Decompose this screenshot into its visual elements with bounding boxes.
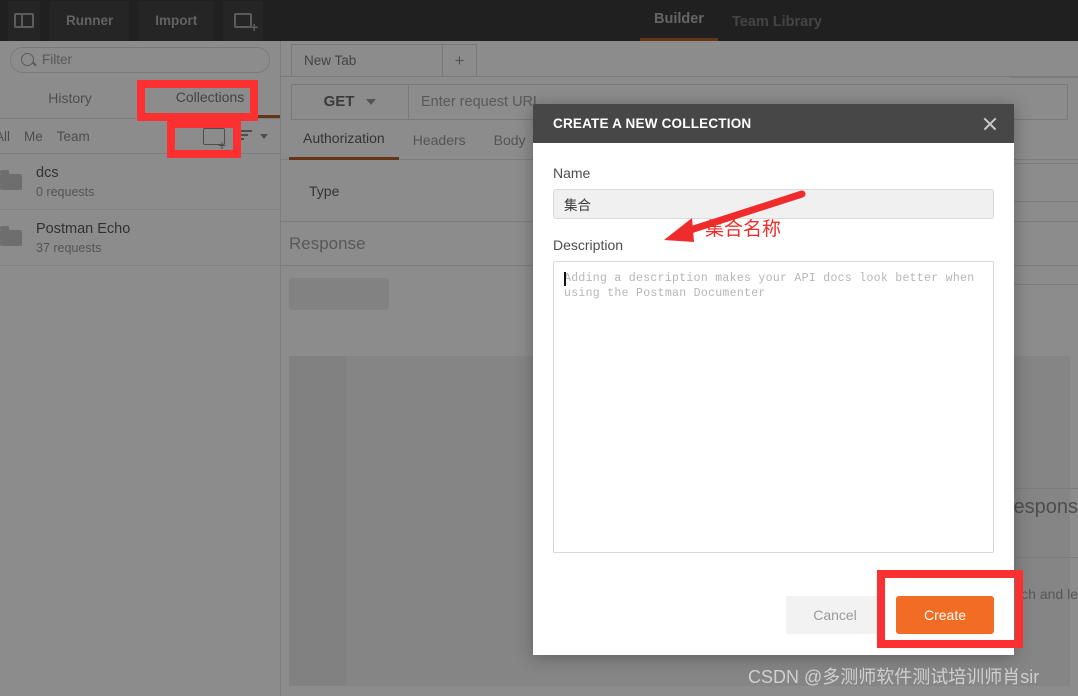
name-label: Name — [553, 165, 591, 181]
modal-title: CREATE A NEW COLLECTION — [553, 116, 752, 131]
text-caret — [564, 272, 566, 286]
postman-app-window: Runner Import Builder Team Library Filte… — [0, 0, 1078, 696]
modal-body: Name 集合 Description Adding a description… — [533, 143, 1014, 553]
description-placeholder: Adding a description makes your API docs… — [564, 272, 975, 300]
cancel-button[interactable]: Cancel — [786, 596, 884, 634]
watermark: CSDN @多测师软件测试培训师肖sir — [748, 667, 1040, 687]
modal-footer: Cancel Create — [533, 575, 1014, 655]
close-icon[interactable] — [982, 116, 998, 132]
collection-description-textarea[interactable]: Adding a description makes your API docs… — [553, 261, 994, 553]
create-button[interactable]: Create — [896, 596, 994, 634]
create-collection-modal: CREATE A NEW COLLECTION Name 集合 Descript… — [533, 104, 1014, 655]
annotation-label-name: 集合名称 — [705, 219, 782, 240]
modal-header: CREATE A NEW COLLECTION — [533, 104, 1014, 143]
